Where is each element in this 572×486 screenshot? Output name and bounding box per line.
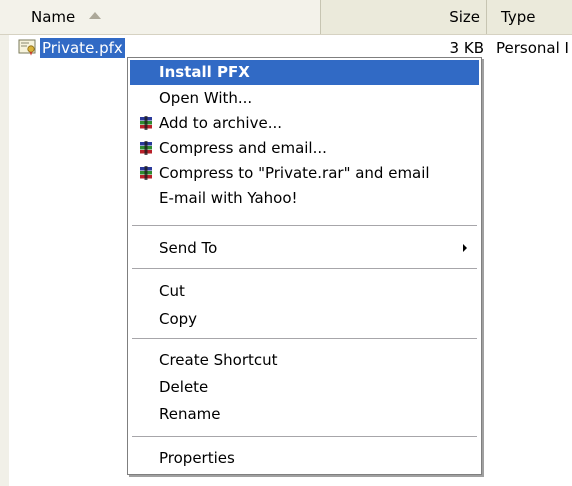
- menu-item-label: Send To: [159, 239, 218, 257]
- column-header-size[interactable]: Size: [321, 0, 487, 34]
- menu-item-label: Copy: [159, 310, 198, 328]
- winrar-icon: [140, 141, 152, 155]
- menu-item-cut[interactable]: Cut: [130, 279, 479, 304]
- menu-item-add-to-archive[interactable]: Add to archive...: [130, 111, 479, 136]
- menu-item-label: Compress to "Private.rar" and email: [159, 164, 430, 182]
- column-header-type[interactable]: Type: [487, 0, 572, 34]
- menu-item-label: Properties: [159, 449, 235, 467]
- column-header-bar: Name Size Type: [0, 0, 572, 35]
- menu-item-send-to[interactable]: Send To: [130, 236, 479, 261]
- menu-item-label: Install PFX: [159, 63, 250, 81]
- file-size: 3 KB: [449, 39, 484, 57]
- certificate-file-icon: [18, 39, 36, 56]
- sort-ascending-icon: [89, 12, 102, 19]
- column-header-type-label: Type: [501, 8, 536, 26]
- winrar-icon: [140, 116, 152, 130]
- menu-item-compress-and-email[interactable]: Compress and email...: [130, 136, 479, 161]
- menu-separator: [132, 338, 477, 339]
- context-menu: Install PFX Open With... Add to archive.…: [127, 57, 482, 475]
- menu-item-compress-to-rar-and-email[interactable]: Compress to "Private.rar" and email: [130, 161, 479, 186]
- menu-item-delete[interactable]: Delete: [130, 375, 479, 400]
- column-header-size-label: Size: [449, 8, 480, 26]
- column-header-name-label: Name: [31, 8, 76, 26]
- menu-separator: [132, 225, 477, 226]
- menu-item-label: E-mail with Yahoo!: [159, 189, 298, 207]
- menu-item-email-with-yahoo[interactable]: E-mail with Yahoo!: [130, 186, 479, 211]
- menu-item-label: Cut: [159, 282, 185, 300]
- menu-item-rename[interactable]: Rename: [130, 402, 479, 427]
- menu-item-label: Open With...: [159, 89, 253, 107]
- menu-item-install-pfx[interactable]: Install PFX: [130, 60, 479, 85]
- file-type: Personal I: [496, 39, 569, 57]
- menu-item-label: Rename: [159, 405, 221, 423]
- file-explorer-window: Name Size Type Private.pfx 3 KB Personal…: [0, 0, 572, 486]
- menu-item-copy[interactable]: Copy: [130, 307, 479, 332]
- menu-item-properties[interactable]: Properties: [130, 446, 479, 471]
- file-name[interactable]: Private.pfx: [40, 38, 125, 58]
- left-margin-strip: [0, 35, 9, 486]
- submenu-arrow-icon: [463, 244, 467, 252]
- menu-item-open-with[interactable]: Open With...: [130, 86, 479, 111]
- menu-item-label: Delete: [159, 378, 209, 396]
- winrar-icon: [140, 166, 152, 180]
- menu-separator: [132, 268, 477, 269]
- column-header-name[interactable]: Name: [0, 0, 321, 34]
- menu-item-label: Add to archive...: [159, 114, 282, 132]
- menu-item-create-shortcut[interactable]: Create Shortcut: [130, 348, 479, 373]
- menu-item-label: Create Shortcut: [159, 351, 278, 369]
- menu-separator: [132, 436, 477, 437]
- menu-item-label: Compress and email...: [159, 139, 327, 157]
